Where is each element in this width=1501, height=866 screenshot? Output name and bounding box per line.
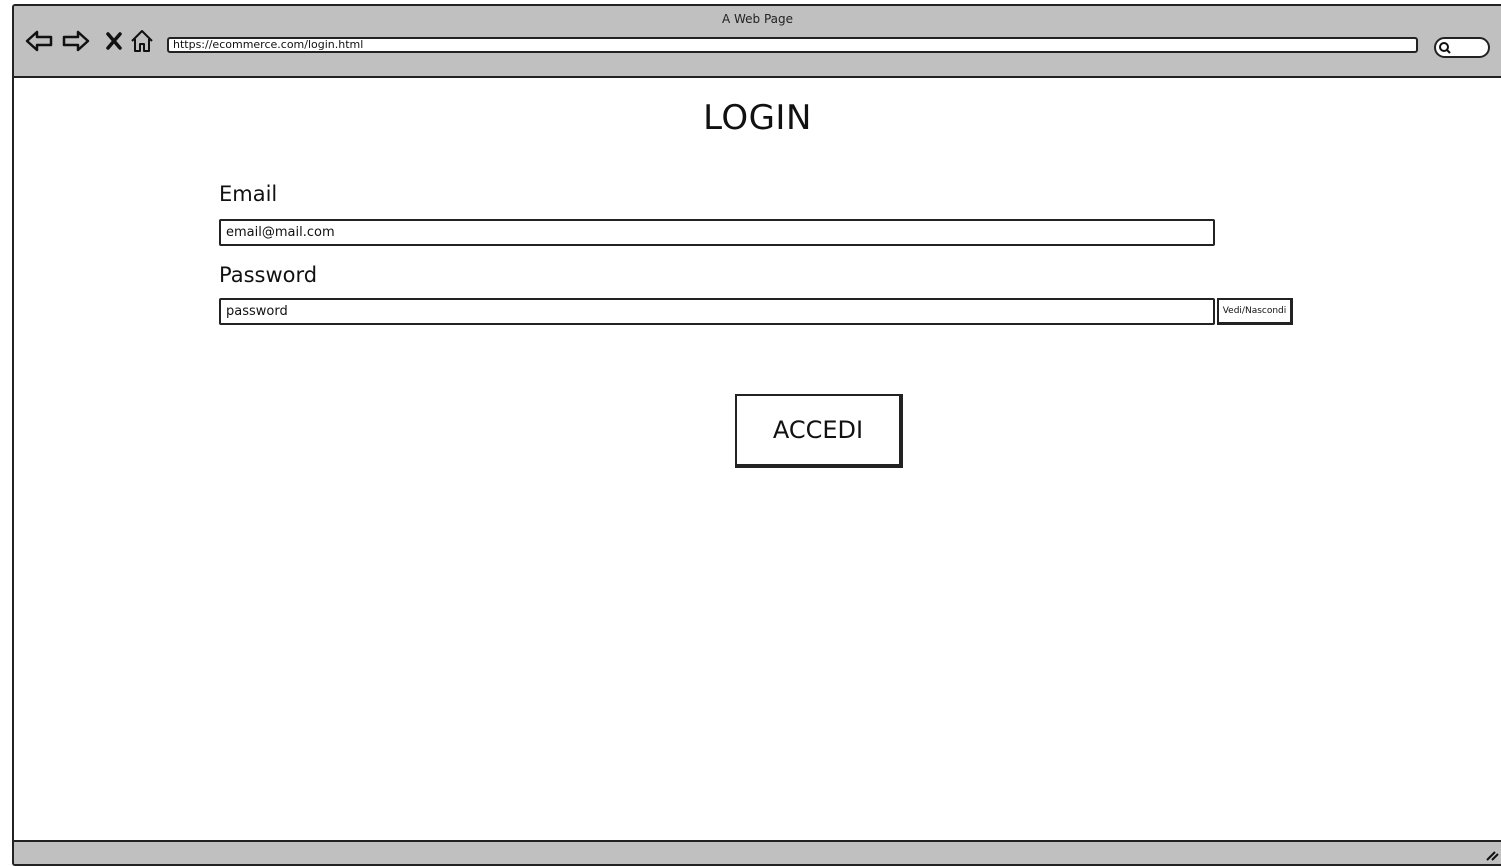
close-icon[interactable] [99,26,129,56]
page-title: LOGIN [703,98,812,138]
email-label: Email [219,182,278,206]
window-title: A Web Page [721,12,794,26]
resize-grip-icon[interactable] [1483,846,1499,862]
browser-window: A Web Page https://ecommerce.com/login.h… [12,4,1501,866]
browser-titlebar: A Web Page https://ecommerce.com/login.h… [14,6,1501,78]
home-icon[interactable] [127,26,157,56]
back-arrow-icon[interactable] [24,26,54,56]
forward-arrow-icon[interactable] [61,26,91,56]
password-field[interactable]: password [219,298,1215,325]
url-bar[interactable]: https://ecommerce.com/login.html [167,37,1418,53]
email-field[interactable]: email@mail.com [219,219,1215,246]
search-icon [1439,42,1451,54]
login-button[interactable]: ACCEDI [735,394,903,468]
browser-statusbar [14,840,1501,864]
password-label: Password [219,263,318,287]
show-hide-password-button[interactable]: Vedi/Nascondi [1217,298,1293,325]
browser-search-field[interactable] [1434,37,1490,58]
